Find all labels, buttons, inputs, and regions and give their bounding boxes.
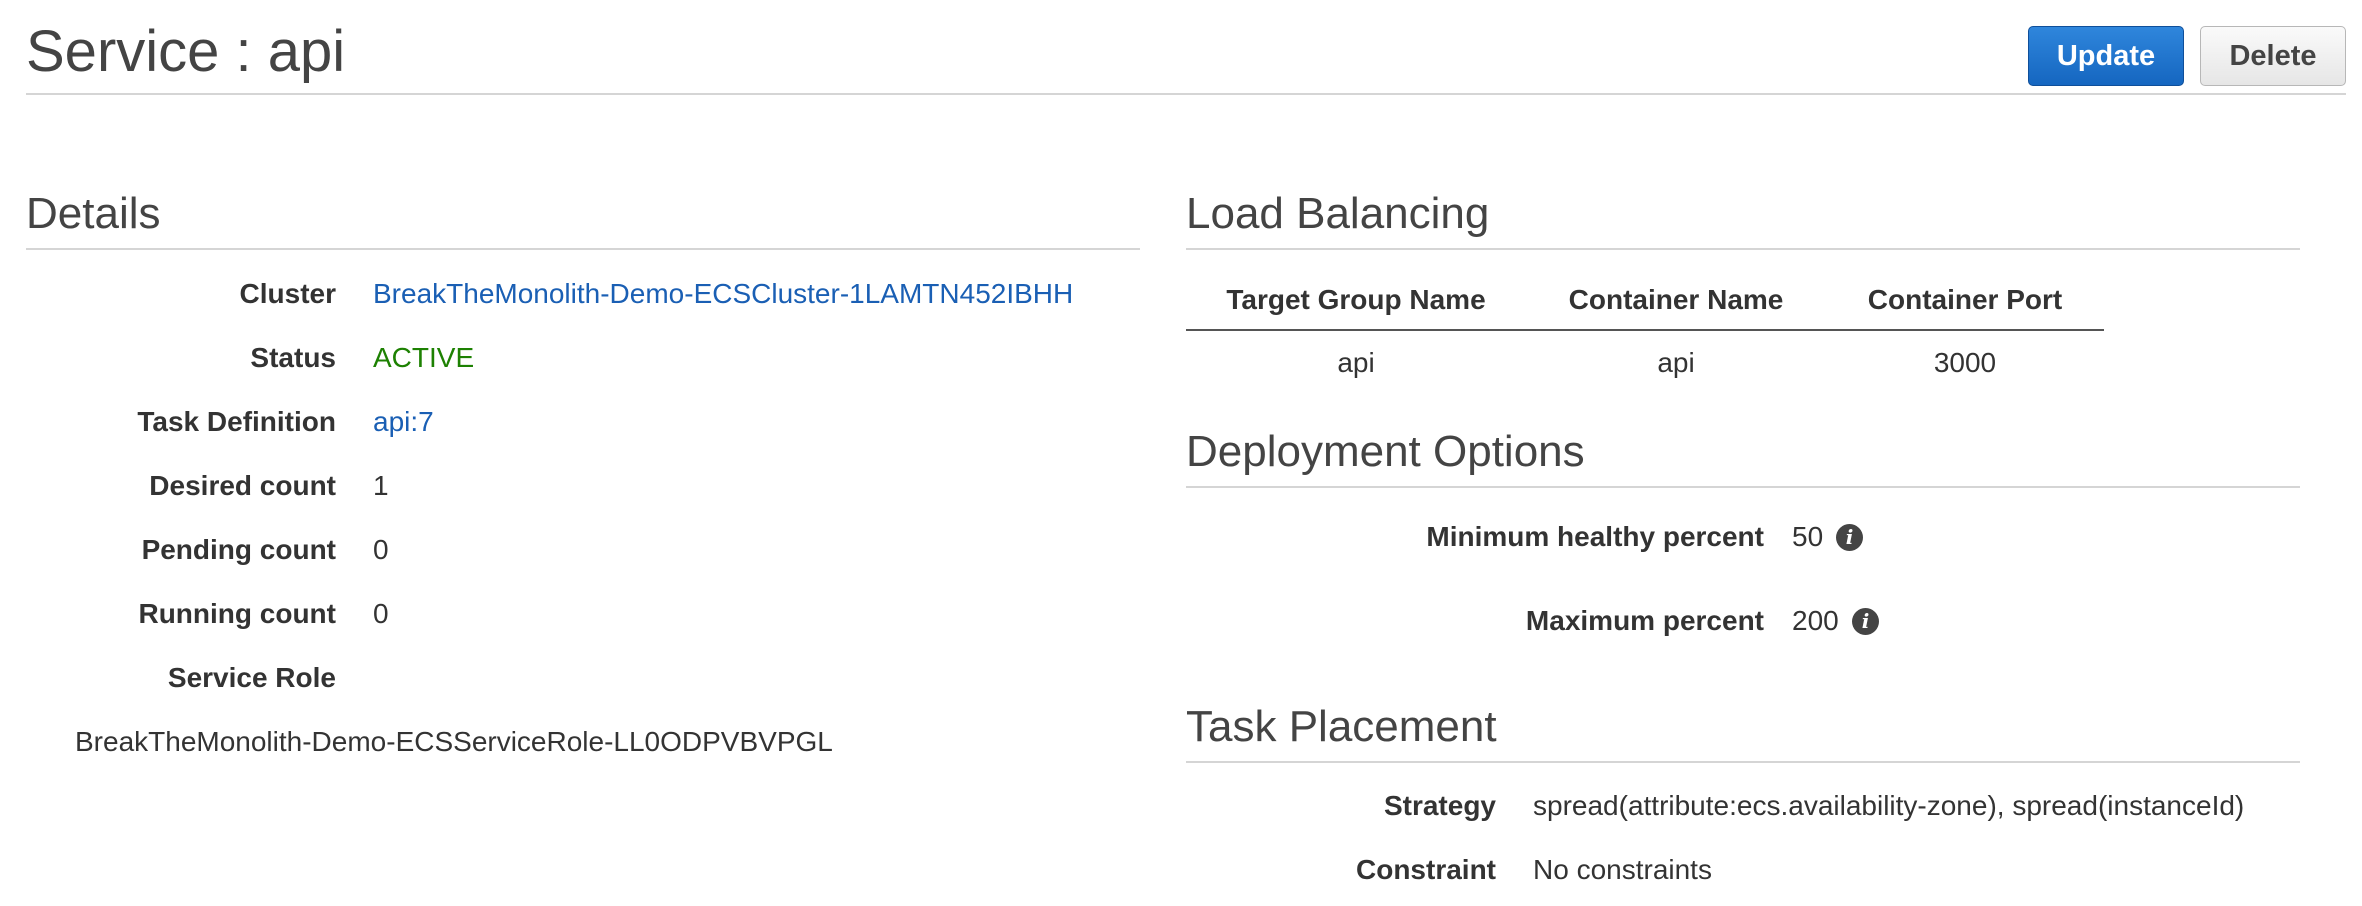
- strategy-label: Strategy: [1383, 790, 1496, 821]
- table-header-rule: [1186, 329, 2104, 331]
- deployment-options-heading: Deployment Options: [1186, 427, 1585, 476]
- details-heading: Details: [26, 189, 161, 238]
- running-count-value: 0: [373, 598, 389, 629]
- info-icon[interactable]: i: [1852, 608, 1879, 635]
- container-name-cell: api: [1657, 347, 1695, 378]
- pending-count-label: Pending count: [141, 534, 336, 565]
- column-header-container-name: Container Name: [1568, 284, 1784, 315]
- container-port-cell: 3000: [1933, 347, 1997, 378]
- header-divider: [26, 93, 2346, 95]
- info-icon[interactable]: i: [1836, 524, 1863, 551]
- load-balancing-divider: [1186, 248, 2300, 250]
- service-role-label: Service Role: [167, 662, 336, 693]
- column-header-target-group: Target Group Name: [1226, 284, 1486, 315]
- target-group-link[interactable]: api: [1186, 345, 1526, 381]
- deployment-options-divider: [1186, 486, 2300, 488]
- task-placement-heading: Task Placement: [1186, 702, 1497, 751]
- min-healthy-value: 50: [1792, 521, 1824, 552]
- max-percent-value: 200: [1792, 605, 1839, 636]
- service-role-value: BreakTheMonolith-Demo-ECSServiceRole-LL0…: [75, 726, 833, 757]
- cluster-label: Cluster: [239, 278, 336, 309]
- load-balancing-heading: Load Balancing: [1186, 189, 1490, 238]
- cluster-link[interactable]: BreakTheMonolith-Demo-ECSCluster-1LAMTN4…: [373, 276, 1073, 312]
- desired-count-value: 1: [373, 470, 389, 501]
- running-count-label: Running count: [138, 598, 336, 629]
- strategy-value: spread(attribute:ecs.availability-zone),…: [1533, 790, 2245, 821]
- desired-count-label: Desired count: [149, 470, 336, 501]
- pending-count-value: 0: [373, 534, 389, 565]
- page-title: Service : api: [26, 19, 346, 84]
- min-healthy-label: Minimum healthy percent: [1426, 521, 1764, 552]
- constraint-label: Constraint: [1356, 854, 1496, 885]
- status-label: Status: [250, 342, 336, 373]
- column-header-container-port: Container Port: [1867, 284, 2063, 315]
- max-percent-label: Maximum percent: [1525, 605, 1764, 636]
- task-placement-divider: [1186, 761, 2300, 763]
- task-definition-link[interactable]: api:7: [373, 404, 434, 440]
- status-value: ACTIVE: [373, 342, 475, 373]
- constraint-value: No constraints: [1533, 854, 1712, 885]
- delete-button[interactable]: Delete: [2200, 26, 2346, 86]
- task-definition-label: Task Definition: [137, 406, 336, 437]
- details-divider: [26, 248, 1140, 250]
- update-button[interactable]: Update: [2028, 26, 2184, 86]
